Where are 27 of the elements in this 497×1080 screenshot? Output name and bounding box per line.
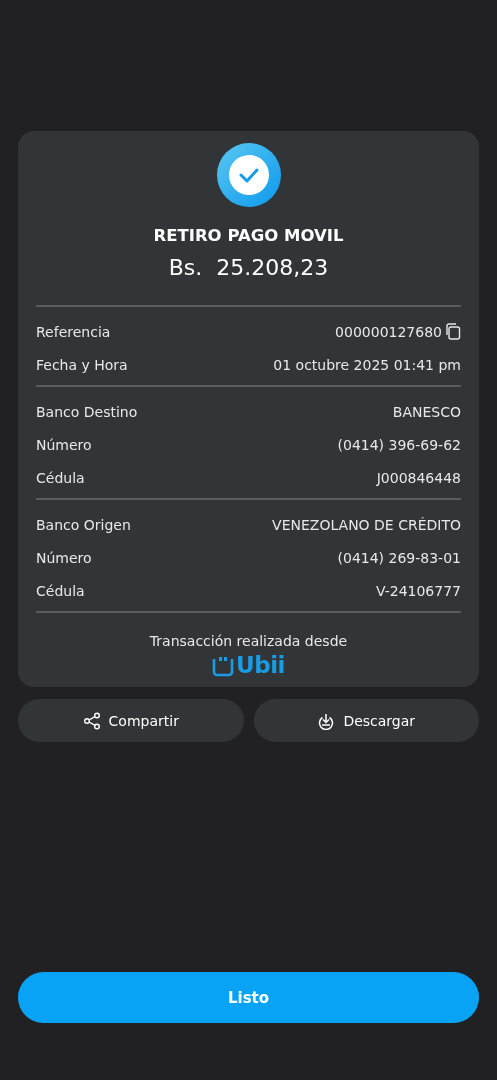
detail-label: Cédula: [36, 469, 85, 486]
download-icon: [317, 711, 336, 730]
detail-label: Fecha y Hora: [36, 356, 128, 373]
detail-label: Cédula: [36, 582, 85, 599]
copy-icon[interactable]: [445, 323, 461, 340]
detail-label: Número: [36, 436, 92, 453]
check-circle-icon: [216, 143, 281, 207]
logo-mark-icon: [212, 655, 235, 677]
footer-text: Transacción realizada desde: [148, 633, 349, 649]
detail-value: 01 octubre 2025 01:41 pm: [273, 356, 461, 373]
detail-value: (0414) 396-69-62: [337, 436, 461, 453]
detail-label: Número: [36, 549, 92, 566]
detail-value: V-24106777: [375, 582, 461, 599]
detail-value: 000000127680: [335, 323, 442, 340]
amount: Bs. 25.208,23: [167, 255, 330, 280]
detail-value: VENEZOLANO DE CRÉDITO: [272, 516, 461, 533]
brand-logo-text: Ubii: [236, 653, 285, 677]
share-button[interactable]: Compartir: [18, 699, 244, 742]
download-button[interactable]: Descargar: [253, 699, 479, 742]
detail-label: Referencia: [36, 323, 111, 340]
share-icon: [82, 711, 101, 730]
detail-value: J000846448: [376, 469, 461, 486]
detail-value: (0414) 269-83-01: [337, 549, 461, 566]
transaction-title: RETIRO PAGO MOVIL: [152, 226, 345, 245]
detail-label: Banco Destino: [36, 403, 138, 420]
detail-value: BANESCO: [392, 403, 461, 420]
detail-label: Banco Origen: [36, 516, 131, 533]
